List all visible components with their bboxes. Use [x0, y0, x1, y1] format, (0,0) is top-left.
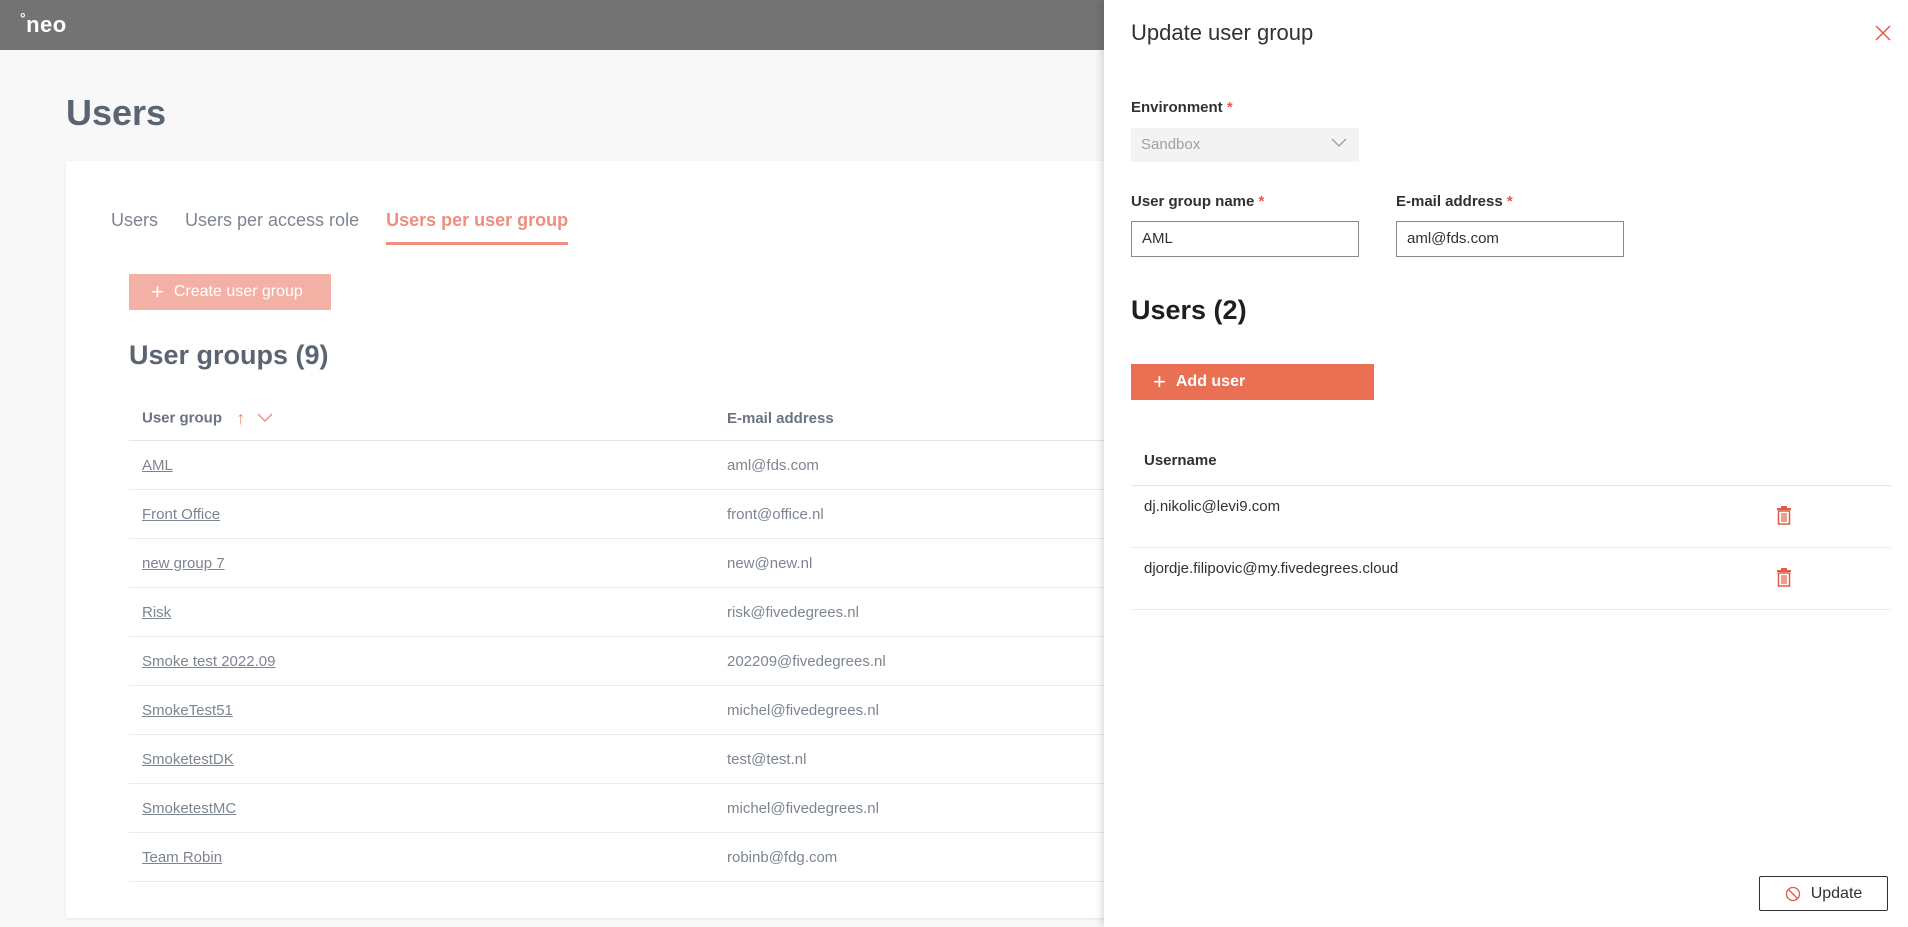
user-group-name-input[interactable]: AML	[1131, 221, 1359, 257]
update-label: Update	[1810, 884, 1863, 902]
user-group-email: front@office.nl	[727, 505, 824, 523]
environment-label: Environment *	[1131, 99, 1233, 116]
update-user-group-panel: Update user group Environment * Sandbox …	[1104, 0, 1908, 927]
table-row[interactable]: SmoketestDK test@test.nl	[129, 735, 1116, 784]
add-user-button[interactable]: + Add user	[1131, 364, 1374, 400]
table-row: dj.nikolic@levi9.com	[1131, 486, 1891, 548]
ban-icon	[1785, 886, 1800, 901]
user-group-link[interactable]: new group 7	[142, 555, 225, 572]
table-row[interactable]: SmokeTest51 michel@fivedegrees.nl	[129, 686, 1116, 735]
user-group-email: aml@fds.com	[727, 456, 819, 474]
sort-ascending-icon[interactable]: ↑	[236, 408, 245, 429]
create-user-group-label: Create user group	[173, 283, 303, 300]
chevron-down-icon	[1331, 138, 1347, 147]
app-logo[interactable]: °neo	[20, 10, 67, 38]
users-table: Username dj.nikolic@levi9.com djordje.fil…	[1131, 441, 1891, 610]
user-group-email: new@new.nl	[727, 554, 813, 572]
table-row[interactable]: new group 7 new@new.nl	[129, 539, 1116, 588]
table-header: User group ↑ E-mail address	[129, 396, 1116, 441]
environment-value: Sandbox	[1141, 136, 1201, 153]
column-header-user-group[interactable]: User group ↑	[142, 408, 273, 429]
users-section-title: Users (2)	[1131, 295, 1247, 325]
table-row[interactable]: Smoke test 2022.09 202209@fivedegrees.nl	[129, 637, 1116, 686]
user-group-name-label: User group name *	[1131, 193, 1265, 210]
table-row[interactable]: AML aml@fds.com	[129, 441, 1116, 490]
add-user-label: Add user	[1175, 373, 1246, 390]
chevron-down-icon[interactable]	[257, 410, 273, 427]
user-group-link[interactable]: AML	[142, 457, 173, 474]
user-group-email: robinb@fdg.com	[727, 848, 838, 866]
email-address-label: E-mail address *	[1396, 193, 1513, 210]
update-button[interactable]: Update	[1759, 876, 1888, 911]
logo-degree: °	[20, 10, 27, 26]
user-group-link[interactable]: Risk	[142, 604, 171, 621]
user-groups-title: User groups (9)	[129, 340, 329, 370]
user-group-link[interactable]: SmoketestDK	[142, 751, 234, 768]
user-groups-table: User group ↑ E-mail address AML aml@fds.c…	[129, 396, 1116, 882]
user-group-link[interactable]: SmoketestMC	[142, 800, 236, 817]
plus-icon: +	[1153, 369, 1166, 394]
email-address-input[interactable]: aml@fds.com	[1396, 221, 1624, 257]
delete-user-icon[interactable]	[1776, 505, 1792, 525]
user-group-email: michel@fivedegrees.nl	[727, 799, 879, 817]
table-row[interactable]: Front Office front@office.nl	[129, 490, 1116, 539]
user-group-link[interactable]: Front Office	[142, 506, 220, 523]
tab-users-per-user-group[interactable]: Users per user group	[386, 210, 569, 245]
user-group-email: risk@fivedegrees.nl	[727, 603, 859, 621]
tab-bar: Users Users per access role Users per us…	[111, 210, 595, 245]
plus-icon: +	[151, 279, 164, 304]
user-group-link[interactable]: SmokeTest51	[142, 702, 233, 719]
column-header-email[interactable]: E-mail address	[727, 410, 834, 427]
close-icon[interactable]	[1874, 24, 1892, 42]
environment-select[interactable]: Sandbox	[1131, 128, 1359, 162]
logo-text: neo	[26, 12, 67, 37]
user-group-link[interactable]: Team Robin	[142, 849, 222, 866]
panel-title: Update user group	[1131, 20, 1314, 45]
delete-user-icon[interactable]	[1776, 567, 1792, 587]
table-row[interactable]: Team Robin robinb@fdg.com	[129, 833, 1116, 882]
table-row: djordje.filipovic@my.fivedegrees.cloud	[1131, 548, 1891, 610]
table-row[interactable]: Risk risk@fivedegrees.nl	[129, 588, 1116, 637]
user-group-email: test@test.nl	[727, 750, 807, 768]
username: dj.nikolic@levi9.com	[1144, 498, 1281, 515]
table-row[interactable]: SmoketestMC michel@fivedegrees.nl	[129, 784, 1116, 833]
username: djordje.filipovic@my.fivedegrees.cloud	[1144, 560, 1399, 577]
tab-users-per-access-role[interactable]: Users per access role	[185, 210, 359, 245]
page-title: Users	[66, 92, 167, 133]
user-group-email: 202209@fivedegrees.nl	[727, 652, 886, 670]
username-column-header: Username	[1131, 441, 1891, 486]
user-group-email: michel@fivedegrees.nl	[727, 701, 879, 719]
user-group-link[interactable]: Smoke test 2022.09	[142, 653, 275, 670]
create-user-group-button[interactable]: + Create user group	[129, 274, 331, 310]
tab-users[interactable]: Users	[111, 210, 158, 245]
column-label: User group	[142, 408, 223, 426]
